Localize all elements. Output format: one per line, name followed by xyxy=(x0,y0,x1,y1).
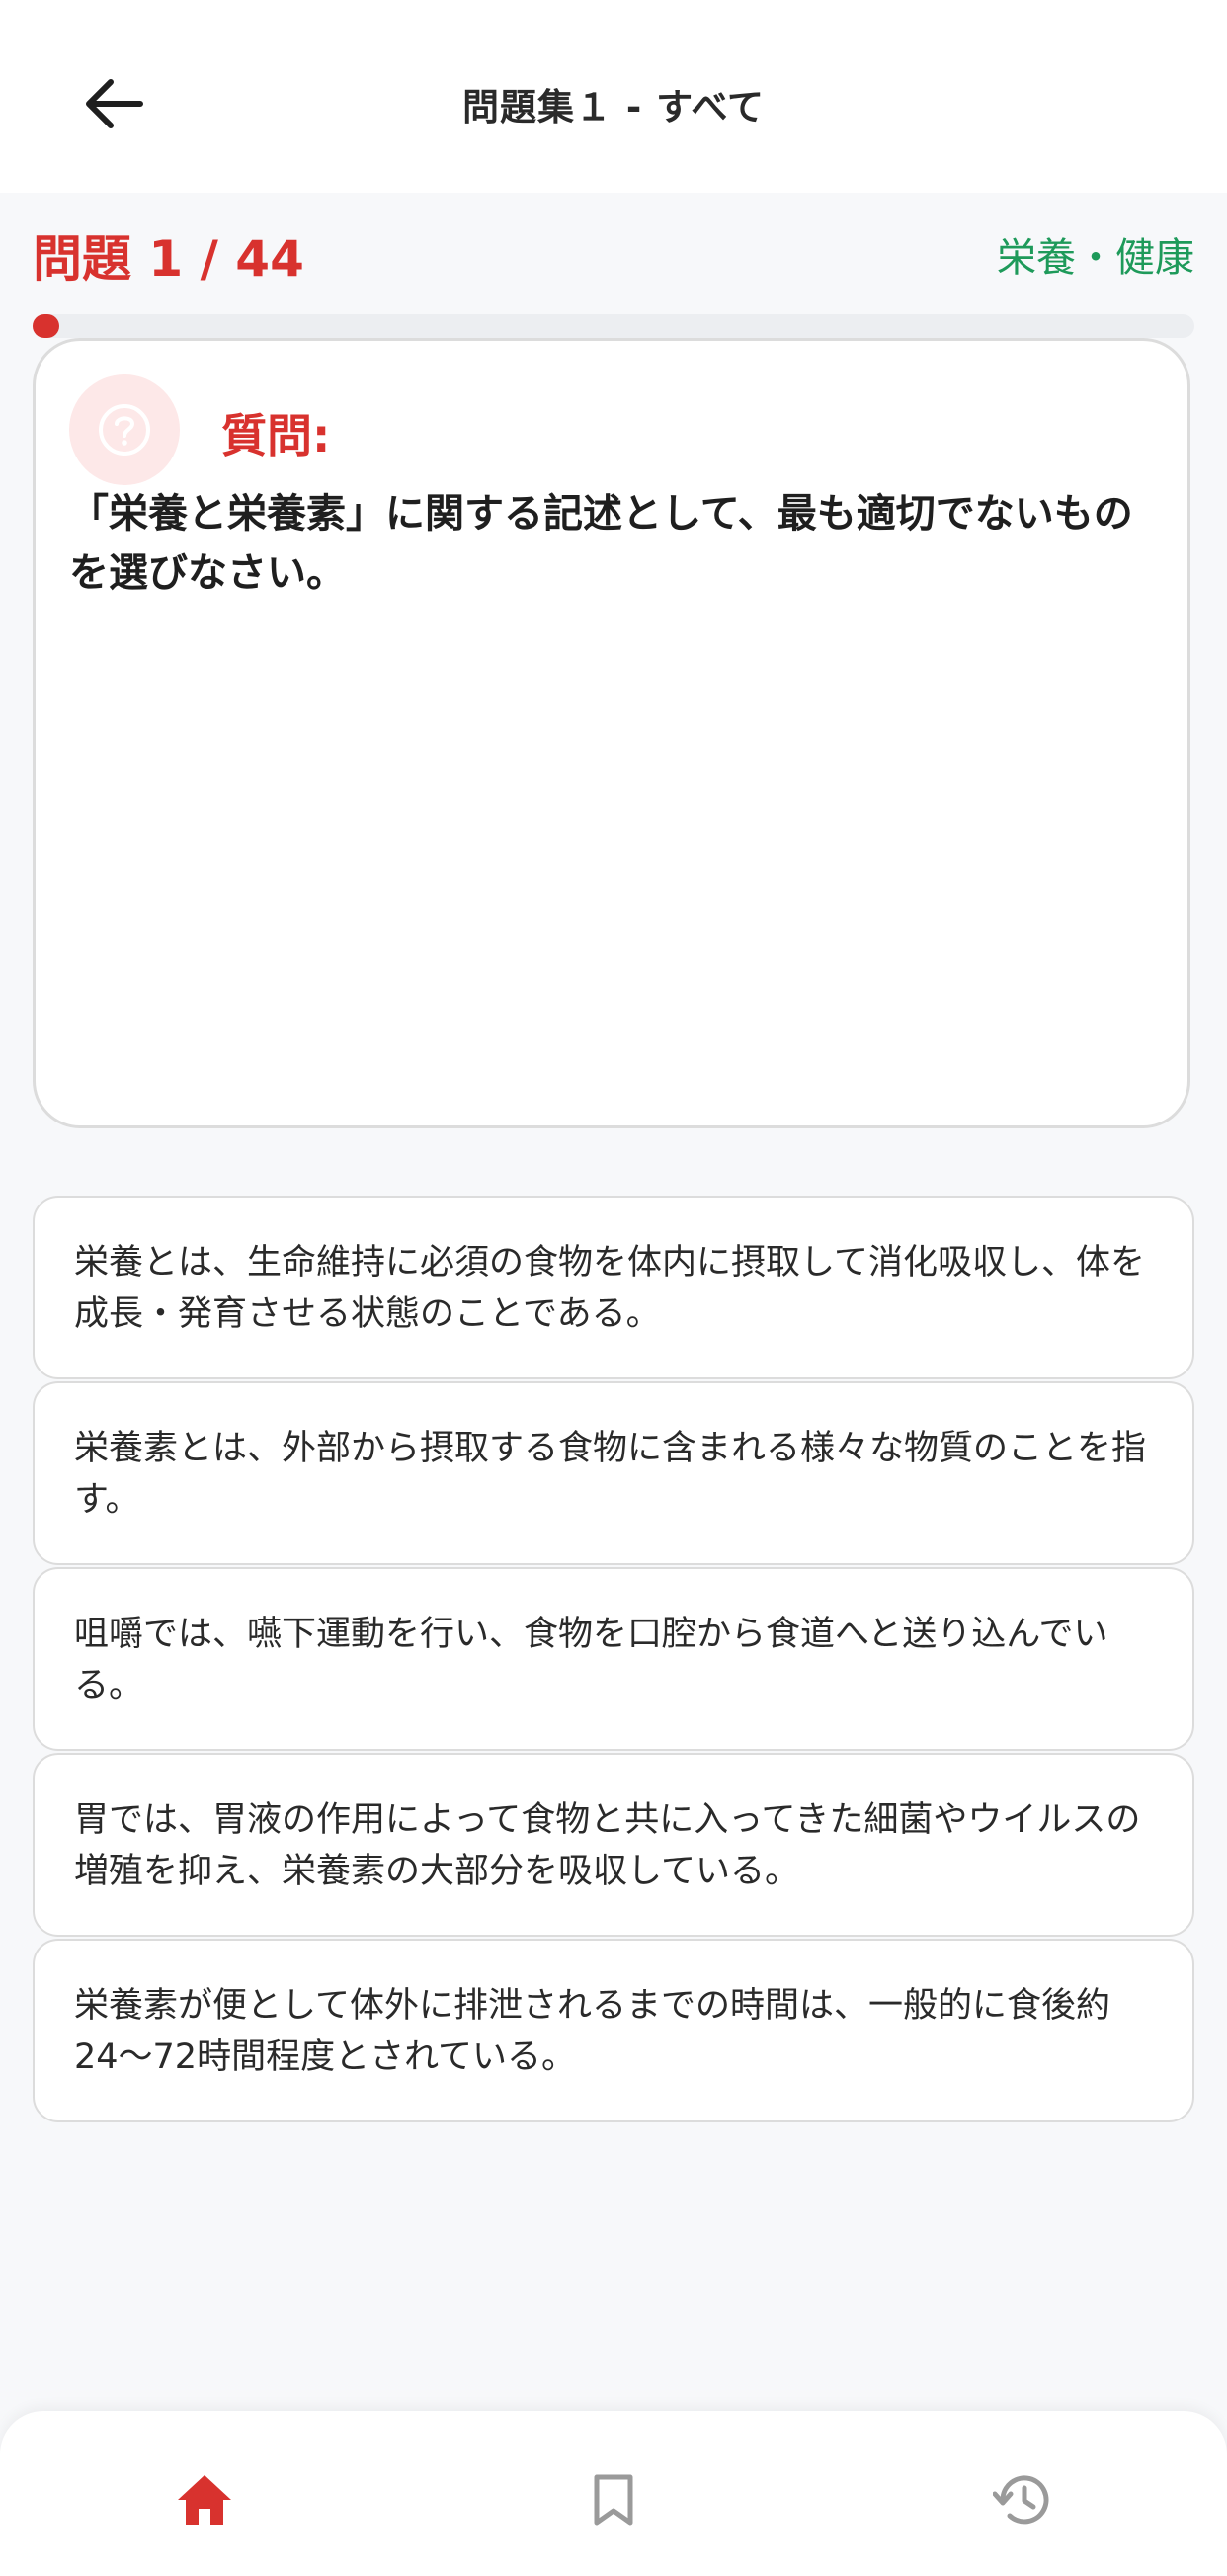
question-icon-badge xyxy=(69,374,180,485)
app-header: 問題集１ - すべて xyxy=(0,0,1227,193)
progress-bar xyxy=(33,314,1194,338)
question-counter: 問題 1 / 44 xyxy=(33,230,304,288)
answer-option-3[interactable]: 咀嚼では、嚥下運動を行い、食物を口腔から食道へと送り込んでいる。 xyxy=(33,1567,1194,1751)
nav-history[interactable] xyxy=(974,2451,1073,2549)
nav-bookmarks[interactable] xyxy=(564,2451,663,2549)
category-label: 栄養・健康 xyxy=(997,235,1194,281)
answer-option-1[interactable]: 栄養とは、生命維持に必須の食物を体内に摂取して消化吸収し、体を成長・発育させる状… xyxy=(33,1196,1194,1379)
page-title: 問題集１ - すべて xyxy=(461,86,766,128)
progress-bar-fill xyxy=(33,314,59,338)
bottom-navigation xyxy=(0,2411,1227,2576)
nav-home[interactable] xyxy=(155,2451,254,2549)
question-text: 「栄養と栄養素」に関する記述として、最も適切でないものを選びなさい。 xyxy=(69,491,1133,596)
answer-option-2[interactable]: 栄養素とは、外部から摂取する食物に含まれる様々な物質のことを指す。 xyxy=(33,1381,1194,1565)
answer-option-5[interactable]: 栄養素が便として体外に排泄されるまでの時間は、一般的に食後約24〜72時間程度と… xyxy=(33,1939,1194,2122)
bookmark-icon xyxy=(594,2474,633,2526)
answer-option-4[interactable]: 胃では、胃液の作用によって食物と共に入ってきた細菌やウイルスの増殖を抑え、栄養素… xyxy=(33,1753,1194,1937)
question-card: 質問: 「栄養と栄養素」に関する記述として、最も適切でないものを選びなさい。 xyxy=(33,338,1190,1128)
question-heading: 質問: xyxy=(221,409,331,462)
question-circle-icon xyxy=(99,404,150,456)
answer-options: 栄養とは、生命維持に必須の食物を体内に摂取して消化吸収し、体を成長・発育させる状… xyxy=(33,1196,1194,2124)
history-icon xyxy=(993,2475,1049,2525)
home-icon xyxy=(178,2475,231,2525)
